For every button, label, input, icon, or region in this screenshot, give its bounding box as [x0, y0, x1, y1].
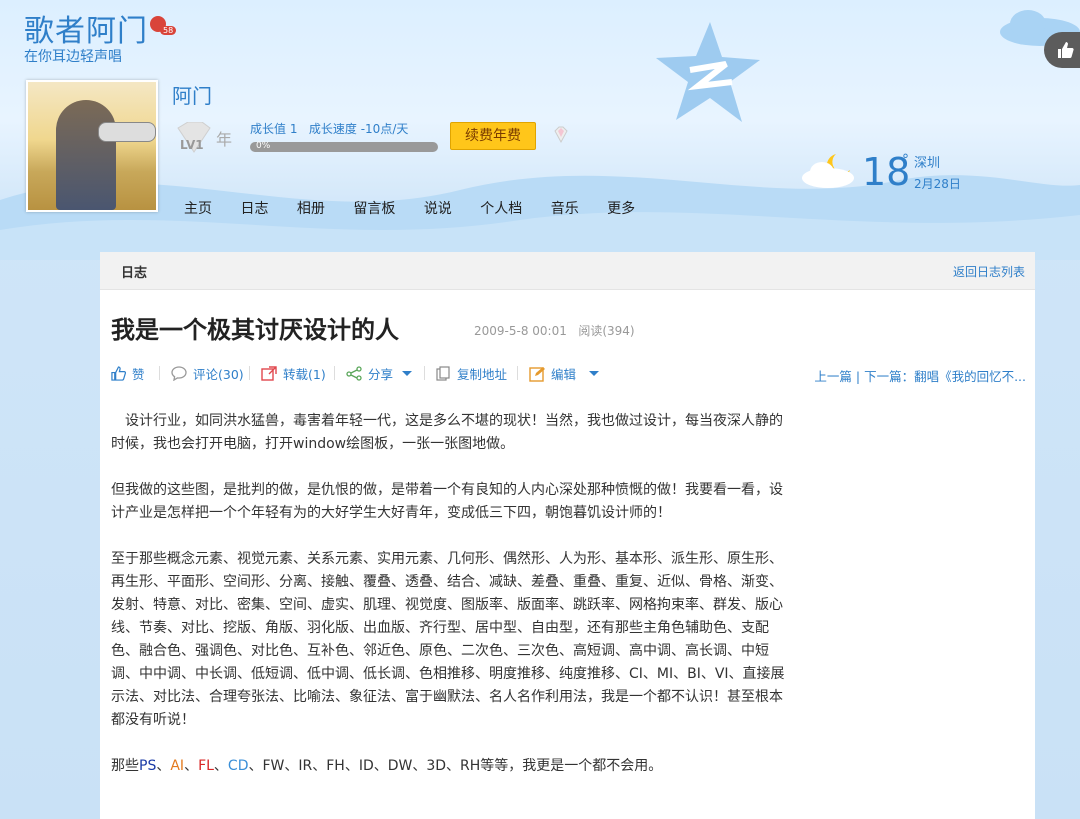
- nav-item-more[interactable]: 更多: [607, 201, 635, 217]
- side-like-button[interactable]: [1044, 32, 1080, 68]
- post-content: 设计行业，如同洪水猛兽，毒害着年轻一代，这是多么不堪的现状！当然，我也做过设计，…: [111, 410, 791, 801]
- edit-button[interactable]: 编辑: [529, 364, 606, 383]
- p4-rest: 、FW、IR、FH、ID、DW、3D、RH等等，我更是一个都不会用。: [248, 758, 663, 774]
- back-to-blog-list-link[interactable]: 返回日志列表: [953, 263, 1025, 280]
- ai-text: AI: [170, 758, 185, 774]
- repost-label: 转载(1): [283, 367, 326, 382]
- share-label: 分享: [368, 367, 394, 382]
- repost-icon: [261, 366, 277, 381]
- p4-separator: 、: [213, 758, 228, 774]
- blog-panel: 日志 返回日志列表 我是一个极其讨厌设计的人 2009-5-8 00:01 阅读…: [100, 252, 1035, 819]
- divider: [517, 366, 518, 380]
- site-title[interactable]: 歌者阿门: [24, 6, 148, 50]
- post-paragraph: 至于那些概念元素、视觉元素、关系元素、实用元素、几何形、偶然形、人为形、基本形、…: [111, 551, 785, 728]
- chevron-down-icon: [402, 370, 413, 376]
- copy-address-button[interactable]: 复制地址: [436, 364, 507, 383]
- post-meta: 2009-5-8 00:01 阅读(394): [474, 322, 635, 339]
- nav-item-guestbook[interactable]: 留言板: [353, 201, 395, 217]
- nav-item-blog[interactable]: 日志: [240, 201, 268, 217]
- copy-address-label: 复制地址: [457, 367, 508, 382]
- panel-header: 日志 返回日志列表: [100, 252, 1035, 290]
- username[interactable]: 阿门: [172, 80, 212, 109]
- thumb-up-icon: [111, 366, 126, 381]
- share-button[interactable]: 分享: [346, 364, 419, 383]
- copy-icon: [436, 366, 450, 381]
- growth-info: 成长值 1 成长速度 -10点/天: [250, 120, 408, 137]
- post-paragraph: 设计行业，如同洪水猛兽，毒害着年轻一代，这是多么不堪的现状！当然，我也做过设计，…: [111, 413, 783, 452]
- nav-item-status[interactable]: 说说: [424, 201, 452, 217]
- p4-separator: 、: [156, 758, 171, 774]
- star-decoration: [656, 22, 760, 122]
- post-navigation-separator: |: [851, 369, 865, 384]
- post-actions: 赞 评论(30) 转载(1) 分享 复制地址 编辑 上一篇 | 下一篇：翻唱《我…: [111, 364, 1026, 384]
- post-navigation: 上一篇 | 下一篇：翻唱《我的回忆不...: [814, 366, 1026, 385]
- comment-label: 评论(30): [193, 367, 244, 382]
- weather-city[interactable]: 深圳: [914, 152, 940, 171]
- edit-icon: [529, 366, 545, 382]
- weather-degree: °: [902, 152, 909, 168]
- nav-item-home[interactable]: 主页: [184, 201, 212, 217]
- post-title: 我是一个极其讨厌设计的人: [111, 316, 399, 344]
- chevron-down-icon: [589, 370, 600, 376]
- growth-progress-bar: 0%: [250, 141, 438, 152]
- p4-prefix: 那些: [111, 758, 139, 774]
- repost-button[interactable]: 转载(1): [261, 364, 326, 383]
- avatar-photo-person: [56, 100, 116, 210]
- divider: [249, 366, 250, 380]
- renew-annual-fee-button[interactable]: 续费年费: [450, 122, 536, 150]
- p4-separator: 、: [184, 758, 199, 774]
- comment-icon: [171, 366, 187, 381]
- level-text: LV1: [180, 138, 204, 152]
- growth-progress-label: 0%: [256, 141, 271, 151]
- next-post-link[interactable]: 下一篇：翻唱《我的回忆不...: [864, 369, 1026, 384]
- post-date: 2009-5-8 00:01: [474, 324, 567, 338]
- diamond-icon[interactable]: [552, 126, 570, 144]
- like-label: 赞: [132, 367, 145, 382]
- growth-value: 成长值 1: [250, 122, 298, 136]
- post-paragraph: 那些PS、AI、FL、CD、FW、IR、FH、ID、DW、3D、RH等等，我更是…: [111, 755, 791, 778]
- nav-item-profile[interactable]: 个人档: [480, 201, 522, 217]
- post-reads: 阅读(394): [578, 324, 635, 338]
- cd-text: CD: [227, 758, 249, 774]
- share-icon: [346, 366, 362, 381]
- divider: [159, 366, 160, 380]
- comment-button[interactable]: 评论(30): [171, 364, 244, 383]
- nav-item-album[interactable]: 相册: [297, 201, 325, 217]
- year-label: 年: [216, 130, 233, 149]
- edit-label: 编辑: [551, 367, 577, 382]
- weather-date: 2月28日: [914, 177, 961, 191]
- apple-badge: 58: [160, 26, 177, 35]
- like-button[interactable]: 赞: [111, 364, 145, 383]
- weather-cloud-icon: [802, 154, 854, 188]
- ps-text: PS: [139, 758, 157, 774]
- main-nav: 主页 日志 相册 留言板 说说 个人档 音乐 更多: [184, 198, 659, 218]
- fl-text: FL: [198, 758, 214, 774]
- divider: [334, 366, 335, 380]
- avatar[interactable]: [26, 80, 158, 212]
- divider: [424, 366, 425, 380]
- nav-item-music[interactable]: 音乐: [551, 201, 579, 217]
- panel-section-label: 日志: [121, 266, 148, 281]
- avatar-photo-camera: [98, 122, 156, 142]
- post-paragraph: 但我做的这些图，是批判的做，是仇恨的做，是带着一个有良知的人内心深处那种愤慨的做…: [111, 482, 783, 521]
- prev-post-link[interactable]: 上一篇: [814, 369, 852, 384]
- thumb-up-icon: [1058, 42, 1074, 58]
- growth-speed: 成长速度 -10点/天: [308, 122, 409, 136]
- site-subtitle: 在你耳边轻声唱: [24, 49, 122, 65]
